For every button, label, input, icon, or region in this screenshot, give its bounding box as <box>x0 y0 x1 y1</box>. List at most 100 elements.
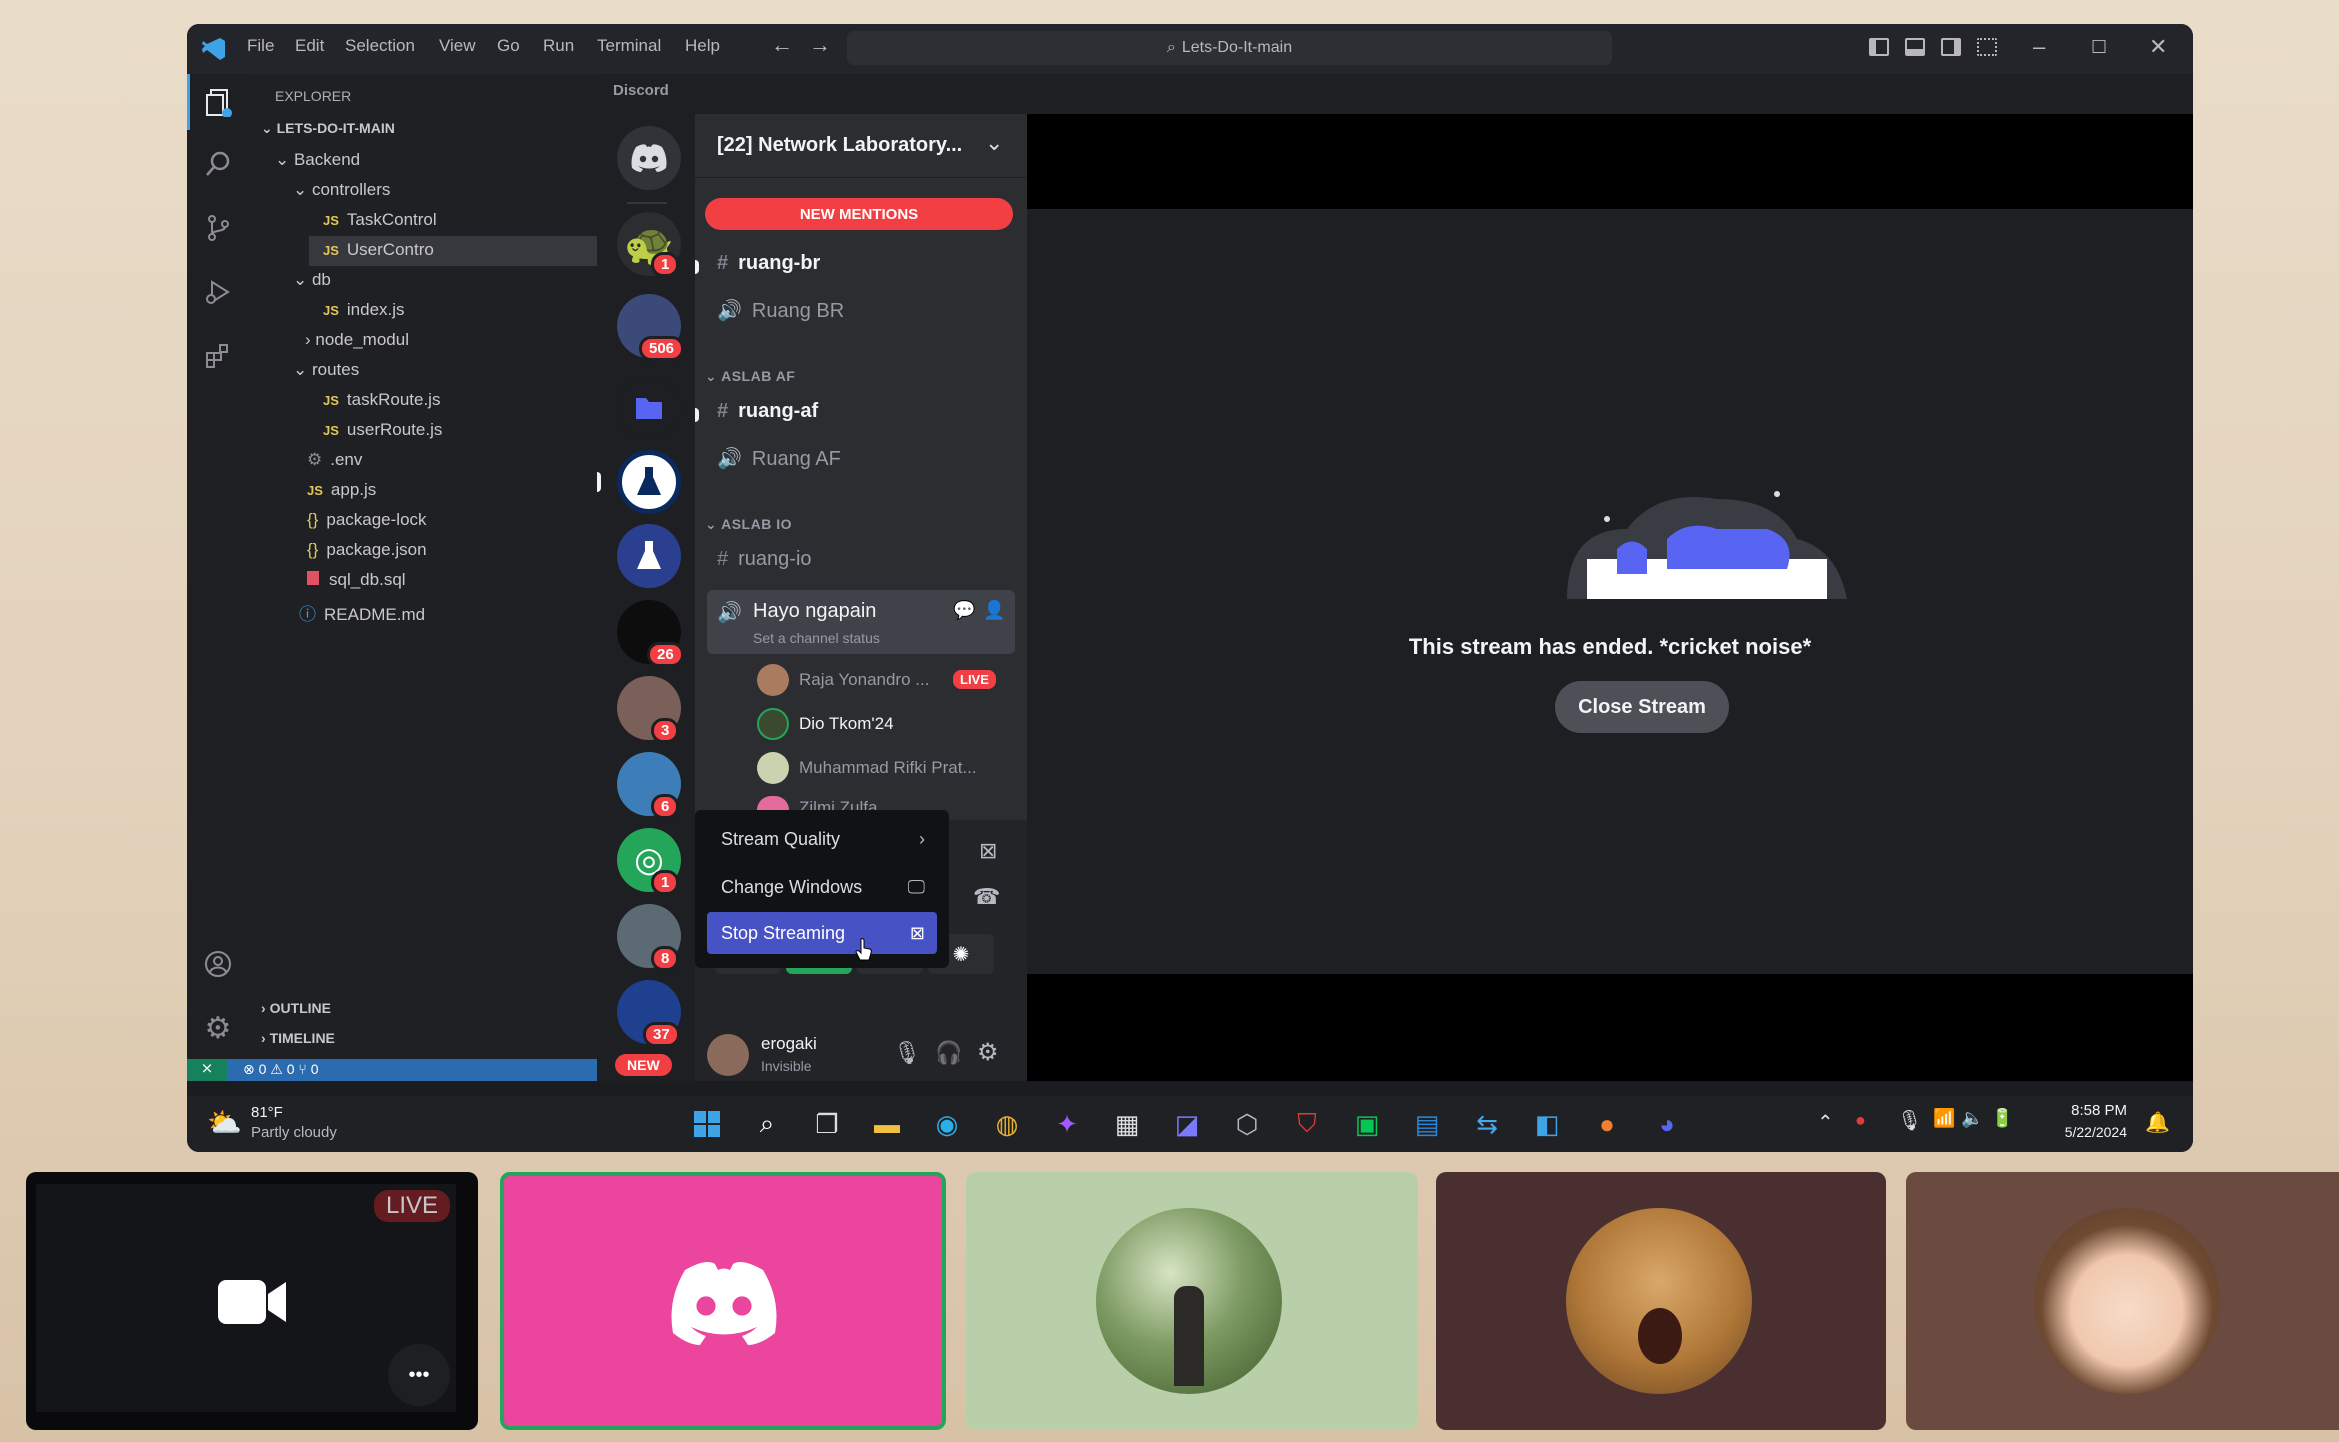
menu-edit[interactable]: Edit <box>295 36 324 56</box>
figma-icon[interactable]: ✦ <box>1047 1104 1087 1144</box>
settings-app-icon[interactable]: ⬡ <box>1227 1104 1267 1144</box>
forward-arrow-icon[interactable]: → <box>809 32 831 58</box>
server-header[interactable]: [22] Network Laboratory... ⌄ <box>695 114 1027 178</box>
channel-ruang-br[interactable]: # ruang-br <box>717 252 820 275</box>
menu-selection[interactable]: Selection <box>345 36 415 56</box>
search-icon[interactable]: ⌕ <box>747 1104 787 1144</box>
edge-browser-icon[interactable]: ◉ <box>927 1104 967 1144</box>
menu-file[interactable]: File <box>247 36 274 56</box>
tree-file-package-lock[interactable]: {} package-lock <box>307 510 427 530</box>
customize-layout-icon[interactable] <box>1977 38 1997 56</box>
remote-icon[interactable]: ⨯ <box>187 1059 227 1081</box>
voice-user-name[interactable]: Muhammad Rifki Prat... <box>799 758 977 778</box>
clock-date[interactable]: 5/22/2024 <box>2047 1124 2127 1140</box>
outline-section[interactable]: › OUTLINE <box>261 1000 331 1016</box>
discord-home-button[interactable] <box>617 126 681 190</box>
vscode-taskbar-icon[interactable]: ◧ <box>1527 1104 1567 1144</box>
wifi-icon[interactable]: 📶 <box>1933 1108 1955 1129</box>
menu-run[interactable]: Run <box>543 36 574 56</box>
search-icon[interactable] <box>187 136 249 192</box>
menu-item-stop-streaming[interactable]: Stop Streaming ⊠ <box>707 912 937 954</box>
voice-channel-hayo-ngapain[interactable]: 🔊 Hayo ngapain Set a channel status 💬 👤 <box>707 590 1015 654</box>
chrome-browser-icon[interactable]: ◍ <box>987 1104 1027 1144</box>
participant-tile-anime[interactable] <box>1906 1172 2339 1430</box>
chevron-up-icon[interactable]: ⌃ <box>1817 1110 1834 1135</box>
headphones-icon[interactable]: 🎧 <box>935 1040 962 1066</box>
menu-help[interactable]: Help <box>685 36 720 56</box>
run-debug-icon[interactable] <box>187 264 249 320</box>
tree-file-package[interactable]: {} package.json <box>307 540 427 560</box>
visual-studio-icon[interactable]: ◪ <box>1167 1104 1207 1144</box>
line-messenger-icon[interactable]: ▣ <box>1347 1104 1387 1144</box>
category-aslab-io[interactable]: ⌄ ASLAB IO <box>705 516 792 533</box>
participant-tile-dog[interactable] <box>1436 1172 1886 1430</box>
tree-folder-routes[interactable]: ⌄ routes <box>293 360 359 380</box>
menu-item-change-windows[interactable]: Change Windows 🖵 <box>707 866 937 908</box>
layout-secondary-icon[interactable] <box>1941 38 1961 56</box>
server-folder[interactable] <box>617 376 681 440</box>
mcafee-tray-icon[interactable]: ● <box>1855 1110 1866 1131</box>
microphone-icon[interactable]: 🎙 <box>893 1040 921 1066</box>
voice-user-name[interactable]: Zilmi Zulfa <box>799 798 877 810</box>
voice-channel-ruang-br[interactable]: 🔊 Ruang BR <box>717 298 844 323</box>
new-mentions-button[interactable]: NEW MENTIONS <box>705 198 1013 230</box>
stop-stream-icon[interactable]: ⊠ <box>979 838 997 864</box>
menu-terminal[interactable]: Terminal <box>597 36 661 56</box>
voice-channel-ruang-af[interactable]: 🔊 Ruang AF <box>717 446 841 471</box>
tree-file-env[interactable]: ⚙ .env <box>307 450 362 470</box>
menu-item-stream-quality[interactable]: Stream Quality › <box>707 818 937 860</box>
extensions-icon[interactable] <box>187 328 249 384</box>
more-options-button[interactable]: ••• <box>388 1344 450 1406</box>
participant-tile-green[interactable] <box>966 1172 1418 1430</box>
problems-status[interactable]: ⊗ 0 ⚠ 0 ⑂ 0 <box>243 1061 319 1078</box>
back-arrow-icon[interactable]: ← <box>771 32 793 58</box>
minimize-icon[interactable]: – <box>2033 34 2045 60</box>
tree-folder-controllers[interactable]: ⌄ controllers <box>293 180 390 200</box>
volume-icon[interactable]: 🔈 <box>1961 1108 1983 1129</box>
add-member-icon[interactable]: 👤 <box>983 600 1005 621</box>
user-avatar[interactable] <box>707 1034 749 1076</box>
file-explorer-icon[interactable]: ▬ <box>867 1104 907 1144</box>
postman-icon[interactable]: ● <box>1587 1104 1627 1144</box>
task-view-icon[interactable]: ❐ <box>807 1104 847 1144</box>
discord-taskbar-icon[interactable]: ◕ <box>1647 1104 1687 1144</box>
layout-sidebar-icon[interactable] <box>1869 38 1889 56</box>
account-icon[interactable] <box>187 936 249 992</box>
chat-bubble-icon[interactable]: 💬 <box>953 600 975 621</box>
server-lab-2[interactable] <box>617 524 681 588</box>
tree-folder-backend[interactable]: ⌄ Backend <box>275 150 360 170</box>
weather-widget[interactable]: ⛅ 81°F Partly cloudy <box>207 1102 407 1146</box>
explorer-files-icon[interactable] <box>187 74 249 130</box>
tree-file-taskroute[interactable]: JS taskRoute.js <box>323 390 440 410</box>
participant-tile-stream[interactable]: LIVE ••• <box>26 1172 478 1430</box>
tree-folder-db[interactable]: ⌄ db <box>293 270 331 290</box>
tree-file-app[interactable]: JS app.js <box>307 480 376 500</box>
microsoft-store-icon[interactable]: ▦ <box>1107 1104 1147 1144</box>
clock-time[interactable]: 8:58 PM <box>2057 1102 2127 1119</box>
tree-folder-node-modules[interactable]: › node_modul <box>305 330 409 350</box>
tree-file-usercontroller[interactable]: JS UserContro <box>323 240 434 260</box>
tree-root[interactable]: ⌄ LETS-DO-IT-MAIN <box>261 120 395 137</box>
battery-icon[interactable]: 🔋 <box>1991 1108 2013 1129</box>
voice-user-name[interactable]: Dio Tkom'24 <box>799 714 894 734</box>
tree-file-readme[interactable]: ⓘ README.md <box>299 600 425 625</box>
settings-gear-icon[interactable]: ⚙ <box>187 1000 249 1056</box>
microphone-icon[interactable]: 🎙 <box>1897 1108 1922 1133</box>
server-lab[interactable] <box>617 450 681 514</box>
channel-ruang-io[interactable]: # ruang-io <box>717 548 812 571</box>
participant-tile-discord[interactable] <box>500 1172 946 1430</box>
mcafee-icon[interactable]: ⛉ <box>1287 1104 1327 1144</box>
command-center-search[interactable]: ⌕ Lets-Do-It-main <box>847 31 1612 65</box>
tree-file-taskcontroller[interactable]: JS TaskControl <box>323 210 437 230</box>
channel-status[interactable]: Set a channel status <box>753 630 880 646</box>
source-control-icon[interactable] <box>187 200 249 256</box>
voice-user-name[interactable]: Raja Yonandro ... <box>799 670 929 690</box>
channel-ruang-af[interactable]: # ruang-af <box>717 400 818 423</box>
menu-go[interactable]: Go <box>497 36 520 56</box>
layout-panel-icon[interactable] <box>1905 38 1925 56</box>
close-stream-button[interactable]: Close Stream <box>1555 681 1729 733</box>
windows-start-icon[interactable] <box>687 1104 727 1144</box>
disconnect-phone-icon[interactable]: ☎ <box>973 884 1000 910</box>
maximize-icon[interactable]: ☐ <box>2091 37 2107 58</box>
menu-view[interactable]: View <box>439 36 476 56</box>
